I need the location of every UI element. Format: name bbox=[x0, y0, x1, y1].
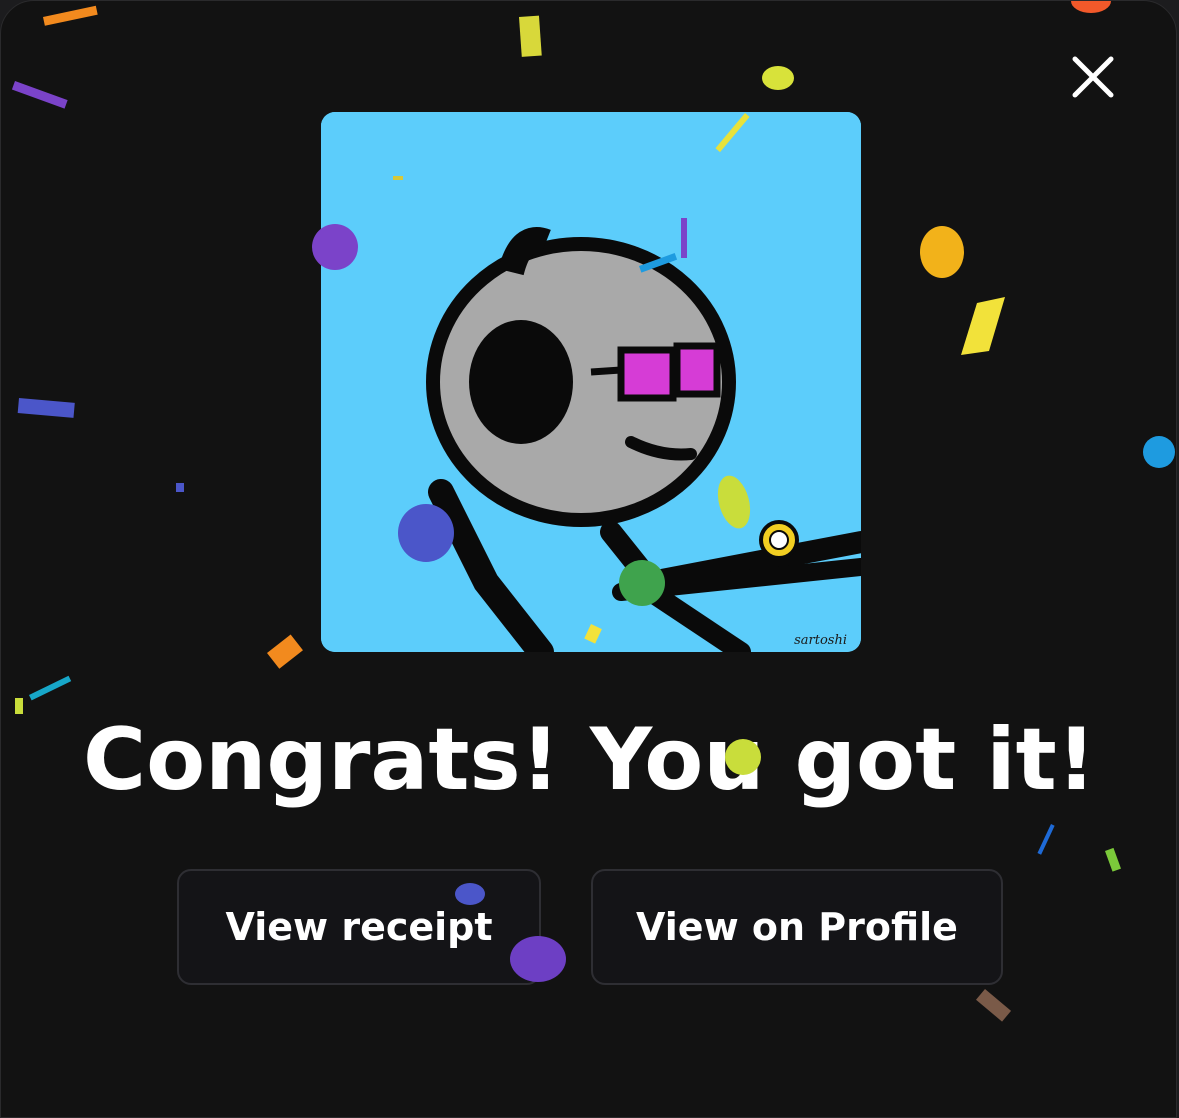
close-icon bbox=[1072, 56, 1114, 98]
success-dialog: sartoshi Congrats! You got it! View rece… bbox=[0, 0, 1177, 1118]
artist-signature: sartoshi bbox=[794, 633, 847, 648]
view-on-profile-button[interactable]: View on Profile bbox=[591, 869, 1003, 985]
stick-figure-illustration bbox=[321, 112, 861, 652]
nft-artwork: sartoshi bbox=[321, 112, 861, 652]
success-headline: Congrats! You got it! bbox=[82, 710, 1097, 810]
view-receipt-button[interactable]: View receipt bbox=[177, 869, 541, 985]
close-button[interactable] bbox=[1065, 49, 1121, 105]
